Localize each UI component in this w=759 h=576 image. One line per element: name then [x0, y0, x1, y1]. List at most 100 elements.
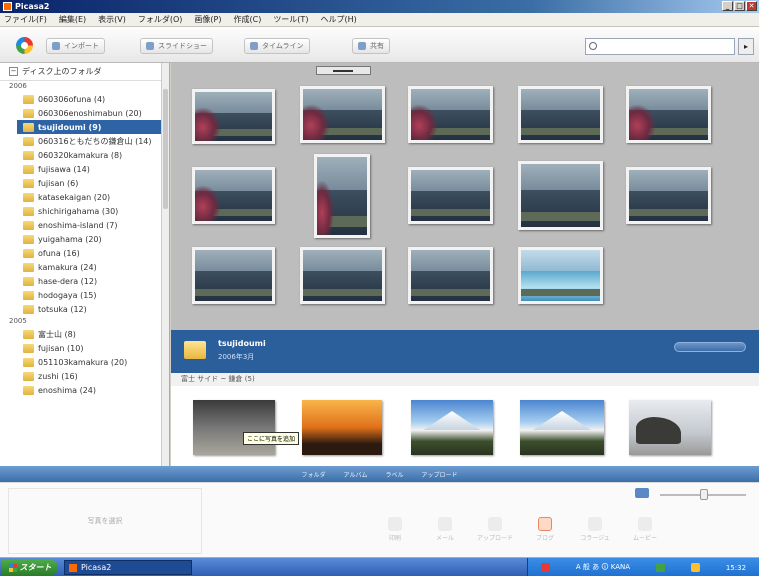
- folder-item[interactable]: 060320kamakura (8): [0, 148, 169, 162]
- folder-icon: [23, 150, 34, 160]
- folder-item[interactable]: fujisan (10): [0, 341, 169, 355]
- folder-item[interactable]: fujisan (6): [0, 176, 169, 190]
- drag-handle[interactable]: [316, 66, 371, 75]
- strip-labels[interactable]: ラベル: [385, 470, 403, 479]
- folder-item[interactable]: enoshima-island (7): [0, 218, 169, 232]
- search-go-button[interactable]: ▸: [738, 38, 754, 55]
- folder-item[interactable]: ofuna (16): [0, 246, 169, 260]
- timeline-button[interactable]: タイムライン: [244, 38, 310, 54]
- folder-item[interactable]: enoshima (24): [0, 383, 169, 397]
- import-button[interactable]: インポート: [46, 38, 105, 54]
- photo-thumbnail[interactable]: [518, 161, 603, 230]
- upload-button[interactable]: アップロード: [475, 517, 515, 542]
- menu-file[interactable]: ファイル(F): [4, 14, 47, 25]
- folder-label: enoshima-island (7): [38, 220, 118, 230]
- folder-label: katasekaigan (20): [38, 192, 111, 202]
- photo-thumbnail[interactable]: [300, 86, 385, 143]
- movie-button[interactable]: ムービー: [625, 517, 665, 542]
- search-input[interactable]: [585, 38, 735, 55]
- close-icon[interactable]: ✕: [746, 1, 757, 11]
- folder-label: 051103kamakura (20): [38, 357, 128, 367]
- photo-thumbnail[interactable]: [192, 167, 275, 224]
- photo-thumbnail[interactable]: [626, 86, 711, 143]
- folder-item[interactable]: 富士山 (8): [0, 327, 169, 341]
- folder-item[interactable]: shichirigahama (30): [0, 204, 169, 218]
- slider-knob[interactable]: [700, 489, 708, 500]
- folder-item[interactable]: kamakura (24): [0, 260, 169, 274]
- folder-icon: [23, 164, 34, 174]
- folder-item[interactable]: fujisawa (14): [0, 162, 169, 176]
- photo-thumbnail[interactable]: [518, 86, 603, 143]
- system-tray: A 般 あ 🛈 KANA 15:32: [527, 558, 759, 576]
- import-icon: [52, 42, 60, 50]
- strip-folders[interactable]: フォルダ: [302, 470, 326, 479]
- folder-item[interactable]: hodogaya (15): [0, 288, 169, 302]
- photo-thumbnail[interactable]: [520, 400, 604, 455]
- photo-thumbnail[interactable]: [626, 167, 711, 224]
- photo-thumbnail[interactable]: [314, 154, 370, 238]
- strip-upload[interactable]: アップロード: [421, 470, 457, 479]
- collage-button[interactable]: コラージュ: [575, 517, 615, 542]
- strip-albums[interactable]: アルバム: [344, 470, 368, 479]
- folder-item[interactable]: 060306enoshimabun (20): [0, 106, 169, 120]
- folder-icon: [23, 343, 34, 353]
- tray-app-icon[interactable]: [540, 563, 550, 572]
- folder-label: fujisawa (14): [38, 164, 90, 174]
- photo-thumbnail[interactable]: [408, 247, 493, 304]
- ime-bar[interactable]: A 般 あ 🛈 KANA: [576, 562, 630, 574]
- folder-item[interactable]: totsuka (12): [0, 302, 169, 316]
- slideshow-icon: [146, 42, 154, 50]
- photo-thumbnail[interactable]: [629, 400, 711, 455]
- photo-thumbnail[interactable]: [408, 167, 493, 224]
- share-button[interactable]: 共有: [352, 38, 390, 54]
- folder-item[interactable]: katasekaigan (20): [0, 190, 169, 204]
- photo-thumbnail[interactable]: [411, 400, 493, 455]
- menu-create[interactable]: 作成(C): [233, 14, 261, 25]
- second-album-photos: [171, 386, 759, 466]
- menu-help[interactable]: ヘルプ(H): [320, 14, 356, 25]
- blog-button[interactable]: ブログ: [525, 517, 565, 542]
- photo-tray-drop-area[interactable]: 写真を選択: [8, 488, 202, 554]
- photo-thumbnail[interactable]: [408, 86, 493, 143]
- tray-network-icon[interactable]: [655, 563, 665, 572]
- slideshow-button[interactable]: スライドショー: [140, 38, 213, 54]
- folder-item[interactable]: 060306ofuna (4): [0, 92, 169, 106]
- menu-folder[interactable]: フォルダ(O): [138, 14, 183, 25]
- folder-item[interactable]: tsujidoumi (9): [17, 120, 164, 134]
- menu-edit[interactable]: 編集(E): [59, 14, 86, 25]
- maximize-icon[interactable]: □: [734, 1, 745, 11]
- folder-item[interactable]: 060316ともだちの鎌倉山 (14): [0, 134, 169, 148]
- menu-tools[interactable]: ツール(T): [273, 14, 308, 25]
- folder-item[interactable]: hase-dera (12): [0, 274, 169, 288]
- folder-label: 060306ofuna (4): [38, 94, 106, 104]
- photo-thumbnail[interactable]: [193, 400, 275, 455]
- taskbar: スタート Picasa2 A 般 あ 🛈 KANA 15:32: [0, 557, 759, 576]
- folder-label: enoshima (24): [38, 385, 97, 395]
- sidebar-header[interactable]: − ディスク上のフォルダ: [0, 63, 169, 81]
- folder-item[interactable]: zushi (16): [0, 369, 169, 383]
- folder-icon: [23, 206, 34, 216]
- email-button[interactable]: メール: [425, 517, 465, 542]
- tray-volume-icon[interactable]: [690, 563, 700, 572]
- folder-label: zushi (16): [38, 371, 78, 381]
- album-folder-icon: [184, 341, 206, 359]
- folder-item[interactable]: yuigahama (20): [0, 232, 169, 246]
- photo-thumbnail[interactable]: [302, 400, 382, 455]
- print-button[interactable]: 印刷: [375, 517, 415, 542]
- scrollbar-thumb[interactable]: [163, 89, 168, 209]
- menu-view[interactable]: 表示(V): [98, 14, 126, 25]
- photo-thumbnail[interactable]: [192, 247, 275, 304]
- taskbar-app-button[interactable]: Picasa2: [64, 560, 192, 575]
- photo-thumbnail[interactable]: [518, 247, 603, 304]
- folder-item[interactable]: 051103kamakura (20): [0, 355, 169, 369]
- collapse-icon[interactable]: −: [9, 67, 18, 76]
- album-action-button[interactable]: [674, 342, 746, 352]
- sidebar-scrollbar[interactable]: [161, 63, 169, 466]
- menu-picture[interactable]: 画像(P): [194, 14, 221, 25]
- album-header[interactable]: tsujidoumi 2006年3月: [171, 330, 759, 373]
- start-button[interactable]: スタート: [2, 560, 58, 575]
- photo-thumbnail[interactable]: [192, 89, 275, 144]
- photo-thumbnail[interactable]: [300, 247, 385, 304]
- minimize-icon[interactable]: _: [722, 1, 733, 11]
- folder-icon: [23, 276, 34, 286]
